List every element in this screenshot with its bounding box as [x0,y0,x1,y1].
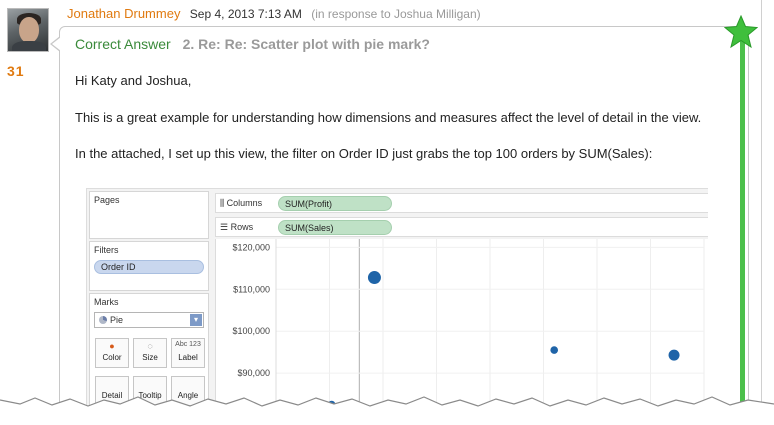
angle-icon [172,379,204,391]
correct-answer-bar [740,40,745,420]
tooltip-icon [134,379,166,391]
rows-label: ☰ Rows [220,222,254,232]
star-icon [724,15,758,49]
label-icon: Abc 123 [175,341,201,348]
filter-pill[interactable]: Order ID [94,260,204,274]
author-link[interactable]: Jonathan Drummey [67,6,180,21]
size-icon: ◌ [147,341,153,351]
correct-answer-label: Correct Answer [75,36,171,52]
post-date: Sep 4, 2013 7:13 AM [189,7,302,21]
label-button[interactable]: Abc 123 Label [171,338,205,368]
y-tick-label: $90,000 [237,368,270,378]
detail-icon [96,379,128,391]
columns-pill[interactable]: SUM(Profit) [278,196,392,211]
points-badge: 31 [7,63,25,79]
post-paragraph: Hi Katy and Joshua, [75,73,192,88]
pie-icon [99,316,107,324]
post-paragraph: This is a great example for understandin… [75,110,702,125]
attached-screenshot[interactable]: Pages Filters Order ID Marks Pie ▾ ● Col… [86,188,708,425]
chevron-down-icon: ▾ [190,314,202,326]
avatar[interactable] [7,8,49,52]
shelf-column: Pages Filters Order ID Marks Pie ▾ ● Col… [87,189,211,425]
y-tick-label: $120,000 [232,242,270,252]
marks-label: Marks [94,297,119,307]
torn-edge [0,396,774,425]
size-button[interactable]: ◌ Size [133,338,167,368]
y-tick-label: $110,000 [233,284,270,294]
pages-label: Pages [94,195,120,205]
in-response-link[interactable]: (in response to Joshua Milligan) [311,7,480,21]
post-paragraph: In the attached, I set up this view, the… [75,146,653,161]
post-header: Jonathan Drummey Sep 4, 2013 7:13 AM (in… [67,6,481,21]
rows-shelf[interactable]: ☰ Rows SUM(Sales) [215,217,708,237]
filters-label: Filters [94,245,119,255]
mark-type-select[interactable]: Pie ▾ [94,312,204,328]
mark-type-value: Pie [110,315,124,325]
color-button[interactable]: ● Color [95,338,129,368]
scatter-point[interactable] [550,346,558,354]
columns-label: ⫼ Columns [220,198,263,208]
columns-shelf[interactable]: ⫼ Columns SUM(Profit) [215,193,708,213]
post-title-row: Correct Answer 2. Re: Re: Scatter plot w… [75,36,430,52]
scatter-point[interactable] [668,349,680,361]
post-title[interactable]: 2. Re: Re: Scatter plot with pie mark? [183,36,430,52]
y-tick-label: $100,000 [232,326,270,336]
scatter-point[interactable] [367,271,381,285]
rows-pill[interactable]: SUM(Sales) [278,220,392,235]
pages-pane: Pages [89,191,209,239]
color-icon: ● [109,341,115,351]
filters-pane: Filters Order ID [89,241,209,291]
